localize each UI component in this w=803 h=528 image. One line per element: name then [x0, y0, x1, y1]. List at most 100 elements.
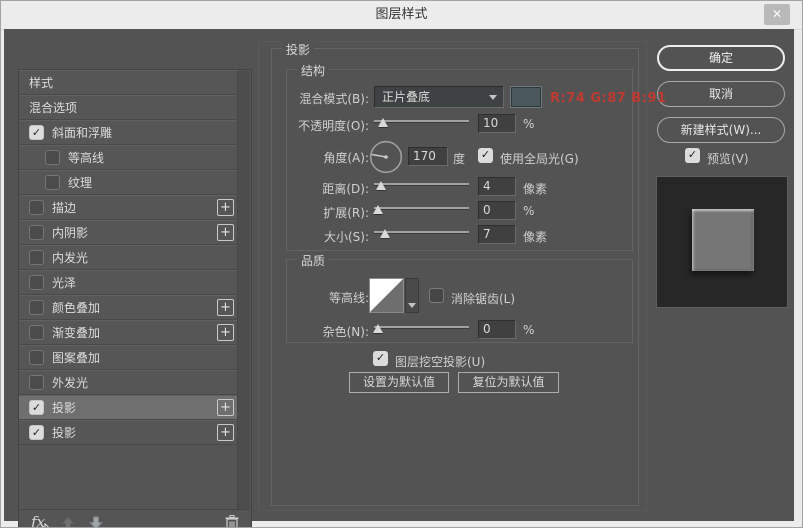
add-effect-instance-icon[interactable]: +: [217, 424, 234, 441]
sidebar-item-label: 投影: [52, 424, 76, 441]
titlebar[interactable]: 图层样式 ✕: [1, 1, 802, 30]
distance-slider[interactable]: [374, 178, 469, 192]
distance-slider-thumb[interactable]: [376, 181, 386, 190]
sidebar-item-4[interactable]: 纹理: [19, 170, 238, 195]
sidebar-item-10[interactable]: 渐变叠加+: [19, 320, 238, 345]
size-slider-thumb[interactable]: [380, 229, 390, 238]
sidebar-item-3[interactable]: 等高线: [19, 145, 238, 170]
blend-mode-label: 混合模式(B):: [251, 90, 369, 107]
preview-checkbox[interactable]: ✓: [685, 148, 700, 163]
sidebar-item-2[interactable]: ✓斜面和浮雕: [19, 120, 238, 145]
sidebar-item-14[interactable]: ✓ 投影 +: [19, 420, 238, 445]
move-effect-down-icon[interactable]: [88, 515, 104, 528]
sidebar-item-label: 图案叠加: [52, 349, 100, 366]
mouse-cursor: [44, 523, 56, 528]
distance-unit: 像素: [523, 180, 547, 197]
unchecked-checkbox-icon[interactable]: [29, 375, 44, 390]
close-icon[interactable]: ✕: [764, 4, 790, 25]
spread-slider[interactable]: [374, 202, 469, 216]
unchecked-checkbox-icon[interactable]: [29, 275, 44, 290]
antialias-label: 消除锯齿(L): [451, 290, 515, 307]
noise-unit: %: [523, 323, 534, 337]
contour-picker[interactable]: [369, 278, 404, 313]
cancel-button[interactable]: 取消: [657, 81, 785, 107]
set-default-button[interactable]: 设置为默认值: [349, 372, 449, 393]
unchecked-checkbox-icon[interactable]: [29, 350, 44, 365]
opacity-slider-thumb[interactable]: [378, 118, 388, 127]
unchecked-checkbox-icon[interactable]: [45, 175, 60, 190]
sidebar-item-label: 描边: [52, 199, 76, 216]
size-slider[interactable]: [374, 226, 469, 240]
unchecked-checkbox-icon[interactable]: [29, 200, 44, 215]
chevron-down-icon: [408, 303, 416, 308]
add-effect-instance-icon[interactable]: +: [217, 224, 234, 241]
opacity-label: 不透明度(O):: [251, 117, 369, 134]
sidebar-item-7[interactable]: 内发光: [19, 245, 238, 270]
add-effect-instance-icon[interactable]: +: [217, 324, 234, 341]
global-light-checkbox[interactable]: ✓: [478, 148, 493, 163]
sidebar-item-1[interactable]: 混合选项: [19, 95, 238, 120]
sidebar-item-label: 内阴影: [52, 224, 88, 241]
noise-slider[interactable]: [374, 321, 469, 335]
unchecked-checkbox-icon[interactable]: [29, 250, 44, 265]
angle-unit: 度: [453, 150, 465, 167]
angle-dial[interactable]: [369, 140, 403, 174]
effects-sidebar: 样式混合选项✓斜面和浮雕等高线纹理描边+内阴影+内发光光泽颜色叠加+渐变叠加+图…: [18, 69, 252, 528]
sidebar-item-11[interactable]: 图案叠加: [19, 345, 238, 370]
sidebar-item-label: 纹理: [68, 174, 92, 191]
checked-checkbox-icon[interactable]: ✓: [29, 400, 44, 415]
spread-unit: %: [523, 204, 534, 218]
sidebar-item-8[interactable]: 光泽: [19, 270, 238, 295]
opacity-slider[interactable]: [374, 115, 469, 129]
reset-default-button[interactable]: 复位为默认值: [458, 372, 559, 393]
unchecked-checkbox-icon[interactable]: [29, 225, 44, 240]
checked-checkbox-icon[interactable]: ✓: [29, 425, 44, 440]
sidebar-item-6[interactable]: 内阴影 +: [19, 220, 238, 245]
unchecked-checkbox-icon[interactable]: [29, 300, 44, 315]
ok-button[interactable]: 确定: [657, 45, 785, 71]
layer-knockout-label: 图层挖空投影(U): [395, 353, 485, 370]
drop-shadow-group-title: 投影: [282, 41, 314, 58]
sidebar-item-label: 光泽: [52, 274, 76, 291]
rgb-annotation: R:74 G:87 B:91: [550, 91, 667, 106]
sidebar-item-5[interactable]: 描边 +: [19, 195, 238, 220]
contour-dropdown-button[interactable]: [405, 278, 419, 313]
shadow-color-swatch[interactable]: [510, 86, 542, 108]
blend-mode-value: 正片叠底: [382, 90, 430, 104]
sidebar-item-13[interactable]: ✓投影+: [19, 395, 238, 420]
new-style-button[interactable]: 新建样式(W)...: [657, 117, 785, 143]
global-light-label: 使用全局光(G): [500, 150, 579, 167]
sidebar-item-9[interactable]: 颜色叠加 +: [19, 295, 238, 320]
size-field[interactable]: 7: [478, 225, 516, 244]
blend-mode-select[interactable]: 正片叠底: [374, 86, 504, 108]
spread-label: 扩展(R):: [251, 204, 369, 221]
move-effect-up-icon[interactable]: [60, 515, 76, 528]
spread-slider-thumb[interactable]: [373, 205, 383, 214]
distance-field[interactable]: 4: [478, 177, 516, 196]
add-effect-instance-icon[interactable]: +: [217, 399, 234, 416]
noise-slider-thumb[interactable]: [373, 324, 383, 333]
sidebar-list: 样式混合选项✓斜面和浮雕等高线纹理描边+内阴影+内发光光泽颜色叠加+渐变叠加+图…: [19, 70, 238, 461]
unchecked-checkbox-icon[interactable]: [29, 325, 44, 340]
sidebar-item-0[interactable]: 样式: [19, 70, 238, 95]
noise-field[interactable]: 0: [478, 320, 516, 339]
fx-icon[interactable]: fx: [31, 513, 45, 528]
dialog-title: 图层样式: [1, 1, 802, 28]
layer-knockout-checkbox[interactable]: ✓: [373, 351, 388, 366]
sidebar-item-12[interactable]: 外发光: [19, 370, 238, 395]
sidebar-item-label: 样式: [29, 74, 53, 91]
checked-checkbox-icon[interactable]: ✓: [29, 125, 44, 140]
add-effect-instance-icon[interactable]: +: [217, 199, 234, 216]
spread-field[interactable]: 0: [478, 201, 516, 220]
angle-field[interactable]: 170: [408, 147, 448, 166]
angle-label: 角度(A):: [251, 149, 369, 166]
antialias-checkbox[interactable]: [429, 288, 444, 303]
add-effect-instance-icon[interactable]: +: [217, 299, 234, 316]
delete-effect-icon[interactable]: [224, 514, 240, 528]
noise-label: 杂色(N):: [251, 323, 369, 340]
sidebar-scrollbar[interactable]: [237, 71, 250, 512]
sidebar-item-label: 颜色叠加: [52, 299, 100, 316]
unchecked-checkbox-icon[interactable]: [45, 150, 60, 165]
opacity-field[interactable]: 10: [478, 114, 516, 133]
size-label: 大小(S):: [251, 228, 369, 245]
